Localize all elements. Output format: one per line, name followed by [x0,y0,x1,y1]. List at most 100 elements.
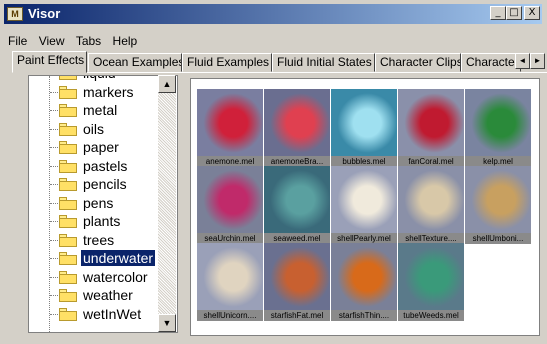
preset-thumbnail [465,166,531,234]
tree-item-label: pens [83,194,114,211]
tree-item-label: metal [83,102,118,118]
preset-label: shellUmboni... [465,233,531,244]
gallery-item[interactable]: shellUmboni... [465,166,531,246]
tab-ocean-examples[interactable]: Ocean Examples [88,53,182,72]
preset-label: shellUnicorn.... [197,310,263,321]
gallery-item[interactable]: shellUnicorn.... [197,243,263,323]
folder-icon [59,122,77,136]
menu-file[interactable]: File [8,34,27,48]
preset-thumbnail [197,243,263,311]
folder-icon [59,289,77,302]
folder-icon [59,141,77,154]
menu-help[interactable]: Help [113,34,138,48]
tree-item[interactable]: trees [29,231,177,249]
tree-item[interactable]: pens [29,194,177,212]
folder-tree[interactable]: liquid markers metal oils paper pastels pencil… [28,75,178,333]
scroll-up-icon[interactable]: ▲ [158,75,176,93]
close-button[interactable]: X [524,6,540,20]
folder-icon [59,76,77,80]
tree-item[interactable]: plants [29,212,177,230]
folder-icon [59,252,77,265]
preset-thumbnail [264,243,330,311]
tab-character-clips[interactable]: Character Clips [375,53,461,72]
gallery-item[interactable]: anemone.mel [197,89,263,169]
gallery-item[interactable]: shellTexture.... [398,166,464,246]
preset-thumbnail [331,89,397,157]
tree-item[interactable]: metal [29,101,177,119]
folder-icon [59,233,77,247]
tab-scroll-arrows: ◄ ► [515,53,547,69]
tree-item-label: liquid [81,76,118,81]
title-bar[interactable]: M Visor _ □ X [4,4,542,24]
preset-label: tubeWeeds.mel [398,310,464,321]
preset-thumbnail [398,89,464,157]
folder-icon [59,159,77,173]
maximize-button[interactable]: □ [506,6,522,20]
tab-scroll-left-icon[interactable]: ◄ [515,53,530,69]
window-title: Visor [28,6,61,21]
tab-strip: Paint Effects Ocean Examples Fluid Examp… [12,51,547,73]
preset-thumbnail [264,89,330,157]
menu-tabs[interactable]: Tabs [76,34,101,48]
folder-icon [59,307,77,321]
gallery-item[interactable]: fanCoral.mel [398,89,464,169]
tree-item-label: pencils [83,176,127,192]
tree-item-label: pastels [83,157,128,174]
tree-item[interactable]: pastels [29,157,177,175]
scroll-track[interactable] [158,93,176,314]
preset-thumbnail [264,166,330,234]
tree-item-label: watercolor [83,268,148,285]
tree-item[interactable]: paper [29,138,177,156]
gallery-item[interactable]: bubbles.mel [331,89,397,169]
gallery-item[interactable]: anemoneBra... [264,89,330,169]
tree-item-label: weather [83,287,133,303]
tab-scroll-right-icon[interactable]: ► [530,53,545,69]
tree-item-label: trees [83,231,115,248]
tree-item-label: wetInWet [83,305,142,322]
preset-thumbnail [465,89,531,157]
preset-gallery: anemone.mel anemoneBra... bubbles.mel fanCo… [190,78,540,336]
tree-item-label: paper [83,139,119,155]
menu-bar: File View Tabs Help [8,34,145,52]
tree-scrollbar[interactable]: ▲ ▼ [158,75,176,332]
tree-item-label: underwater [79,249,157,267]
tree-item-label: markers [83,83,134,100]
preset-thumbnail [197,89,263,157]
gallery-item[interactable]: starfishThin.... [331,243,397,323]
gallery-item[interactable]: kelp.mel [465,89,531,169]
folder-icon [59,196,77,210]
tree-item[interactable]: weather [29,286,177,304]
preset-thumbnail [398,243,464,311]
tree-item[interactable]: pencils [29,175,177,193]
tree-item[interactable]: oils [29,120,177,138]
tab-paint-effects[interactable]: Paint Effects [12,51,87,73]
tree-item[interactable]: watercolor [29,268,177,286]
tab-fluid-initial-states[interactable]: Fluid Initial States [272,53,375,72]
visor-window: M Visor _ □ X File View Tabs Help Paint … [0,0,547,344]
folder-icon [59,85,77,99]
preset-thumbnail [331,166,397,234]
preset-thumbnail [331,243,397,311]
gallery-item[interactable]: starfishFat.mel [264,243,330,323]
tree-item[interactable]: liquid [29,76,177,82]
scroll-down-icon[interactable]: ▼ [158,314,176,332]
minimize-button[interactable]: _ [490,6,506,20]
preset-label: starfishFat.mel [264,310,330,321]
preset-thumbnail [398,166,464,234]
tab-fluid-examples[interactable]: Fluid Examples [182,53,272,72]
folder-icon [59,270,77,284]
folder-icon [59,215,77,228]
preset-thumbnail [197,166,263,234]
gallery-item[interactable]: shellPearly.mel [331,166,397,246]
folder-icon [59,104,77,117]
tree-item-label: plants [83,213,121,229]
tree-item-label: oils [83,120,105,137]
tree-item[interactable]: wetInWet [29,305,177,323]
tab-character-poses[interactable]: Character Po [461,53,521,72]
tree-item[interactable]: markers [29,83,177,101]
menu-view[interactable]: View [39,34,65,48]
gallery-item[interactable]: tubeWeeds.mel [398,243,464,323]
tree-item[interactable]: underwater [29,249,177,267]
gallery-item[interactable]: seaUrchin.mel [197,166,263,246]
gallery-item[interactable]: seaweed.mel [264,166,330,246]
